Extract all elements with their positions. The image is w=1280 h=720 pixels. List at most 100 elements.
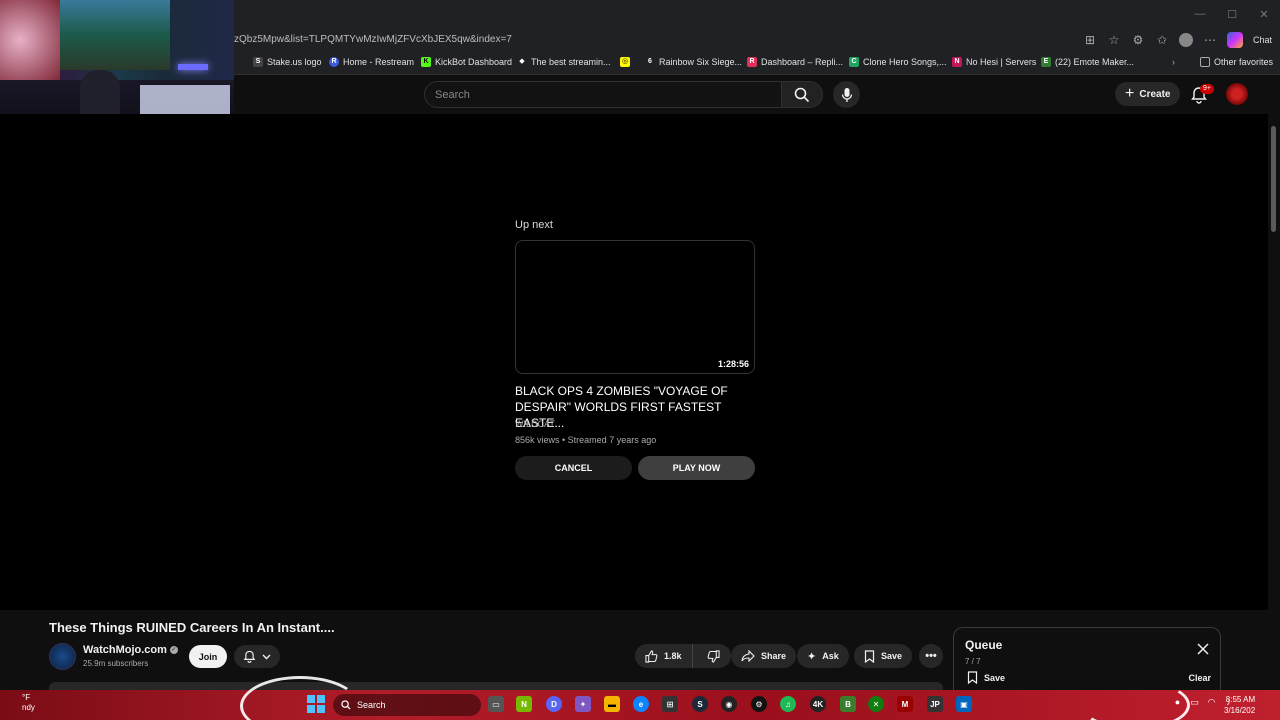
rainbow-six-icon: 6: [648, 58, 652, 65]
sparkle-icon: ✦: [807, 650, 817, 663]
close-window-icon[interactable]: ✕: [1248, 0, 1280, 28]
bookmark-snap[interactable]: ◎: [620, 57, 634, 67]
search-button[interactable]: [781, 81, 823, 108]
bookmark-emote[interactable]: E (22) Emote Maker...: [1041, 57, 1134, 67]
bookmark-nohesi[interactable]: N No Hesi | Servers: [952, 57, 1036, 67]
streaming-icon: ◆: [519, 58, 525, 65]
join-button[interactable]: Join: [189, 645, 227, 668]
channel-avatar[interactable]: [49, 643, 76, 670]
address-bar-icons: ⊞ ☆ ⚙ ✩ ⋯ Chat: [1083, 32, 1272, 48]
copilot-app-icon[interactable]: ✦: [575, 696, 591, 712]
taskbar-clock[interactable]: 8:55 AM 3/16/202: [1224, 694, 1255, 716]
verified-check-icon: ✓: [169, 646, 178, 654]
play-now-button[interactable]: PLAY NOW: [638, 456, 755, 480]
settings-gear-icon[interactable]: ⚙: [751, 696, 767, 712]
restream-icon: R: [329, 57, 339, 67]
bookmark-replit[interactable]: R Dashboard – Repli...: [747, 57, 843, 67]
favorite-star-icon[interactable]: ☆: [1107, 33, 1121, 47]
queue-title: Queue: [965, 638, 1003, 652]
copilot-chat-label[interactable]: Chat: [1253, 35, 1272, 45]
like-button[interactable]: 1.8k: [635, 644, 693, 668]
cancel-autoplay-button[interactable]: CANCEL: [515, 456, 632, 480]
window-controls: — ☐ ✕: [1184, 0, 1280, 28]
extensions-icon[interactable]: ⚙: [1131, 33, 1145, 47]
mic-tray-icon[interactable]: ●: [1172, 697, 1183, 708]
b-app-icon[interactable]: B: [840, 696, 856, 712]
bookmark-streaming[interactable]: ◆ The best streamin...: [517, 57, 610, 67]
steam-icon[interactable]: S: [692, 696, 708, 712]
emote-maker-icon: E: [1041, 57, 1051, 67]
spotify-icon[interactable]: ♫: [780, 696, 796, 712]
share-icon: [741, 650, 755, 662]
description-box[interactable]: [49, 682, 943, 690]
video-title: These Things RUINED Careers In An Instan…: [49, 620, 335, 635]
minimize-icon[interactable]: —: [1184, 0, 1216, 28]
msi-icon[interactable]: M: [897, 696, 913, 712]
bell-icon: [243, 650, 256, 663]
url-field[interactable]: zQbz5Mpw&list=TLPQMTYwMzIwMjZFVcXbJEX5qw…: [234, 34, 512, 45]
4k-downloader-icon[interactable]: 4K: [810, 696, 826, 712]
weather-widget[interactable]: °F ndy: [22, 693, 35, 713]
up-next-channel[interactable]: WILDCAT: [515, 419, 555, 429]
display-tray-icon[interactable]: ▭: [1189, 697, 1200, 708]
profile-avatar[interactable]: [1178, 33, 1193, 47]
scrollbar-thumb[interactable]: [1271, 126, 1276, 232]
bookmark-r6[interactable]: 6 Rainbow Six Siege...: [645, 57, 742, 67]
ask-button[interactable]: ✦ Ask: [797, 644, 849, 668]
notification-badge: 9+: [1200, 84, 1214, 94]
store-icon[interactable]: ⊞: [662, 696, 678, 712]
share-button[interactable]: Share: [731, 644, 797, 668]
subscriber-count: 25.9m subscribers: [83, 659, 149, 668]
bookmark-kickbot[interactable]: K KickBot Dashboard: [421, 57, 512, 67]
app-available-icon[interactable]: ⊞: [1083, 33, 1097, 47]
task-view-icon[interactable]: ▭: [488, 696, 504, 712]
queue-count: 7 / 7: [965, 657, 981, 666]
windows-start-icon[interactable]: [307, 695, 325, 713]
bookmark-stake[interactable]: S Stake.us logo: [253, 57, 322, 67]
create-button[interactable]: + Create: [1115, 82, 1181, 106]
file-explorer-icon[interactable]: ▬: [604, 696, 620, 712]
channel-name[interactable]: WatchMojo.com ✓: [83, 644, 178, 656]
more-actions-button[interactable]: •••: [919, 644, 943, 668]
thumbs-down-icon: [707, 649, 720, 663]
favorites-icon[interactable]: ✩: [1155, 33, 1169, 47]
save-button[interactable]: Save: [854, 644, 913, 668]
dislike-button[interactable]: [699, 644, 728, 668]
webcam-overlay: [0, 0, 234, 131]
subscription-notification-button[interactable]: [234, 645, 280, 668]
bookmark-restream[interactable]: R Home - Restream: [329, 57, 414, 67]
up-next-label: Up next: [515, 219, 553, 231]
jp-app-icon[interactable]: JP: [927, 696, 943, 712]
window-app-icon[interactable]: ▣: [956, 696, 972, 712]
bookmark-icon: [967, 671, 978, 684]
voice-search-button[interactable]: [833, 81, 860, 108]
queue-panel: Queue 7 / 7 Save Clear: [953, 627, 1221, 690]
replit-icon: R: [747, 57, 757, 67]
nvidia-icon[interactable]: N: [516, 696, 532, 712]
maximize-icon[interactable]: ☐: [1216, 0, 1248, 28]
account-avatar[interactable]: [1226, 83, 1248, 105]
close-icon[interactable]: [1196, 642, 1210, 656]
stake-icon: S: [253, 57, 263, 67]
plus-icon: +: [1125, 85, 1135, 102]
network-tray-icon[interactable]: ◠: [1206, 697, 1217, 708]
search-icon: [794, 87, 810, 102]
bookmarks-overflow-chevron-icon[interactable]: ›: [1172, 57, 1175, 67]
up-next-thumbnail[interactable]: 1:28:56: [515, 240, 755, 374]
search-input[interactable]: Search: [424, 81, 782, 108]
xbox-icon[interactable]: ✕: [868, 696, 884, 712]
obs-icon[interactable]: ◉: [721, 696, 737, 712]
copilot-icon[interactable]: [1226, 32, 1243, 48]
microphone-icon: [841, 87, 852, 102]
bookmark-clonehero[interactable]: C Clone Hero Songs,...: [849, 57, 947, 67]
other-favorites[interactable]: Other favorites: [1200, 57, 1273, 67]
edge-icon[interactable]: e: [633, 696, 649, 712]
chevron-down-icon: [262, 654, 271, 659]
settings-more-icon[interactable]: ⋯: [1203, 33, 1217, 47]
snap-icon: ◎: [620, 57, 630, 67]
taskbar-search[interactable]: Search: [333, 694, 481, 716]
nohesi-icon: N: [952, 57, 962, 67]
discord-icon[interactable]: D: [546, 696, 562, 712]
queue-save-button[interactable]: Save: [967, 671, 1005, 684]
queue-clear-button[interactable]: Clear: [1188, 673, 1211, 683]
